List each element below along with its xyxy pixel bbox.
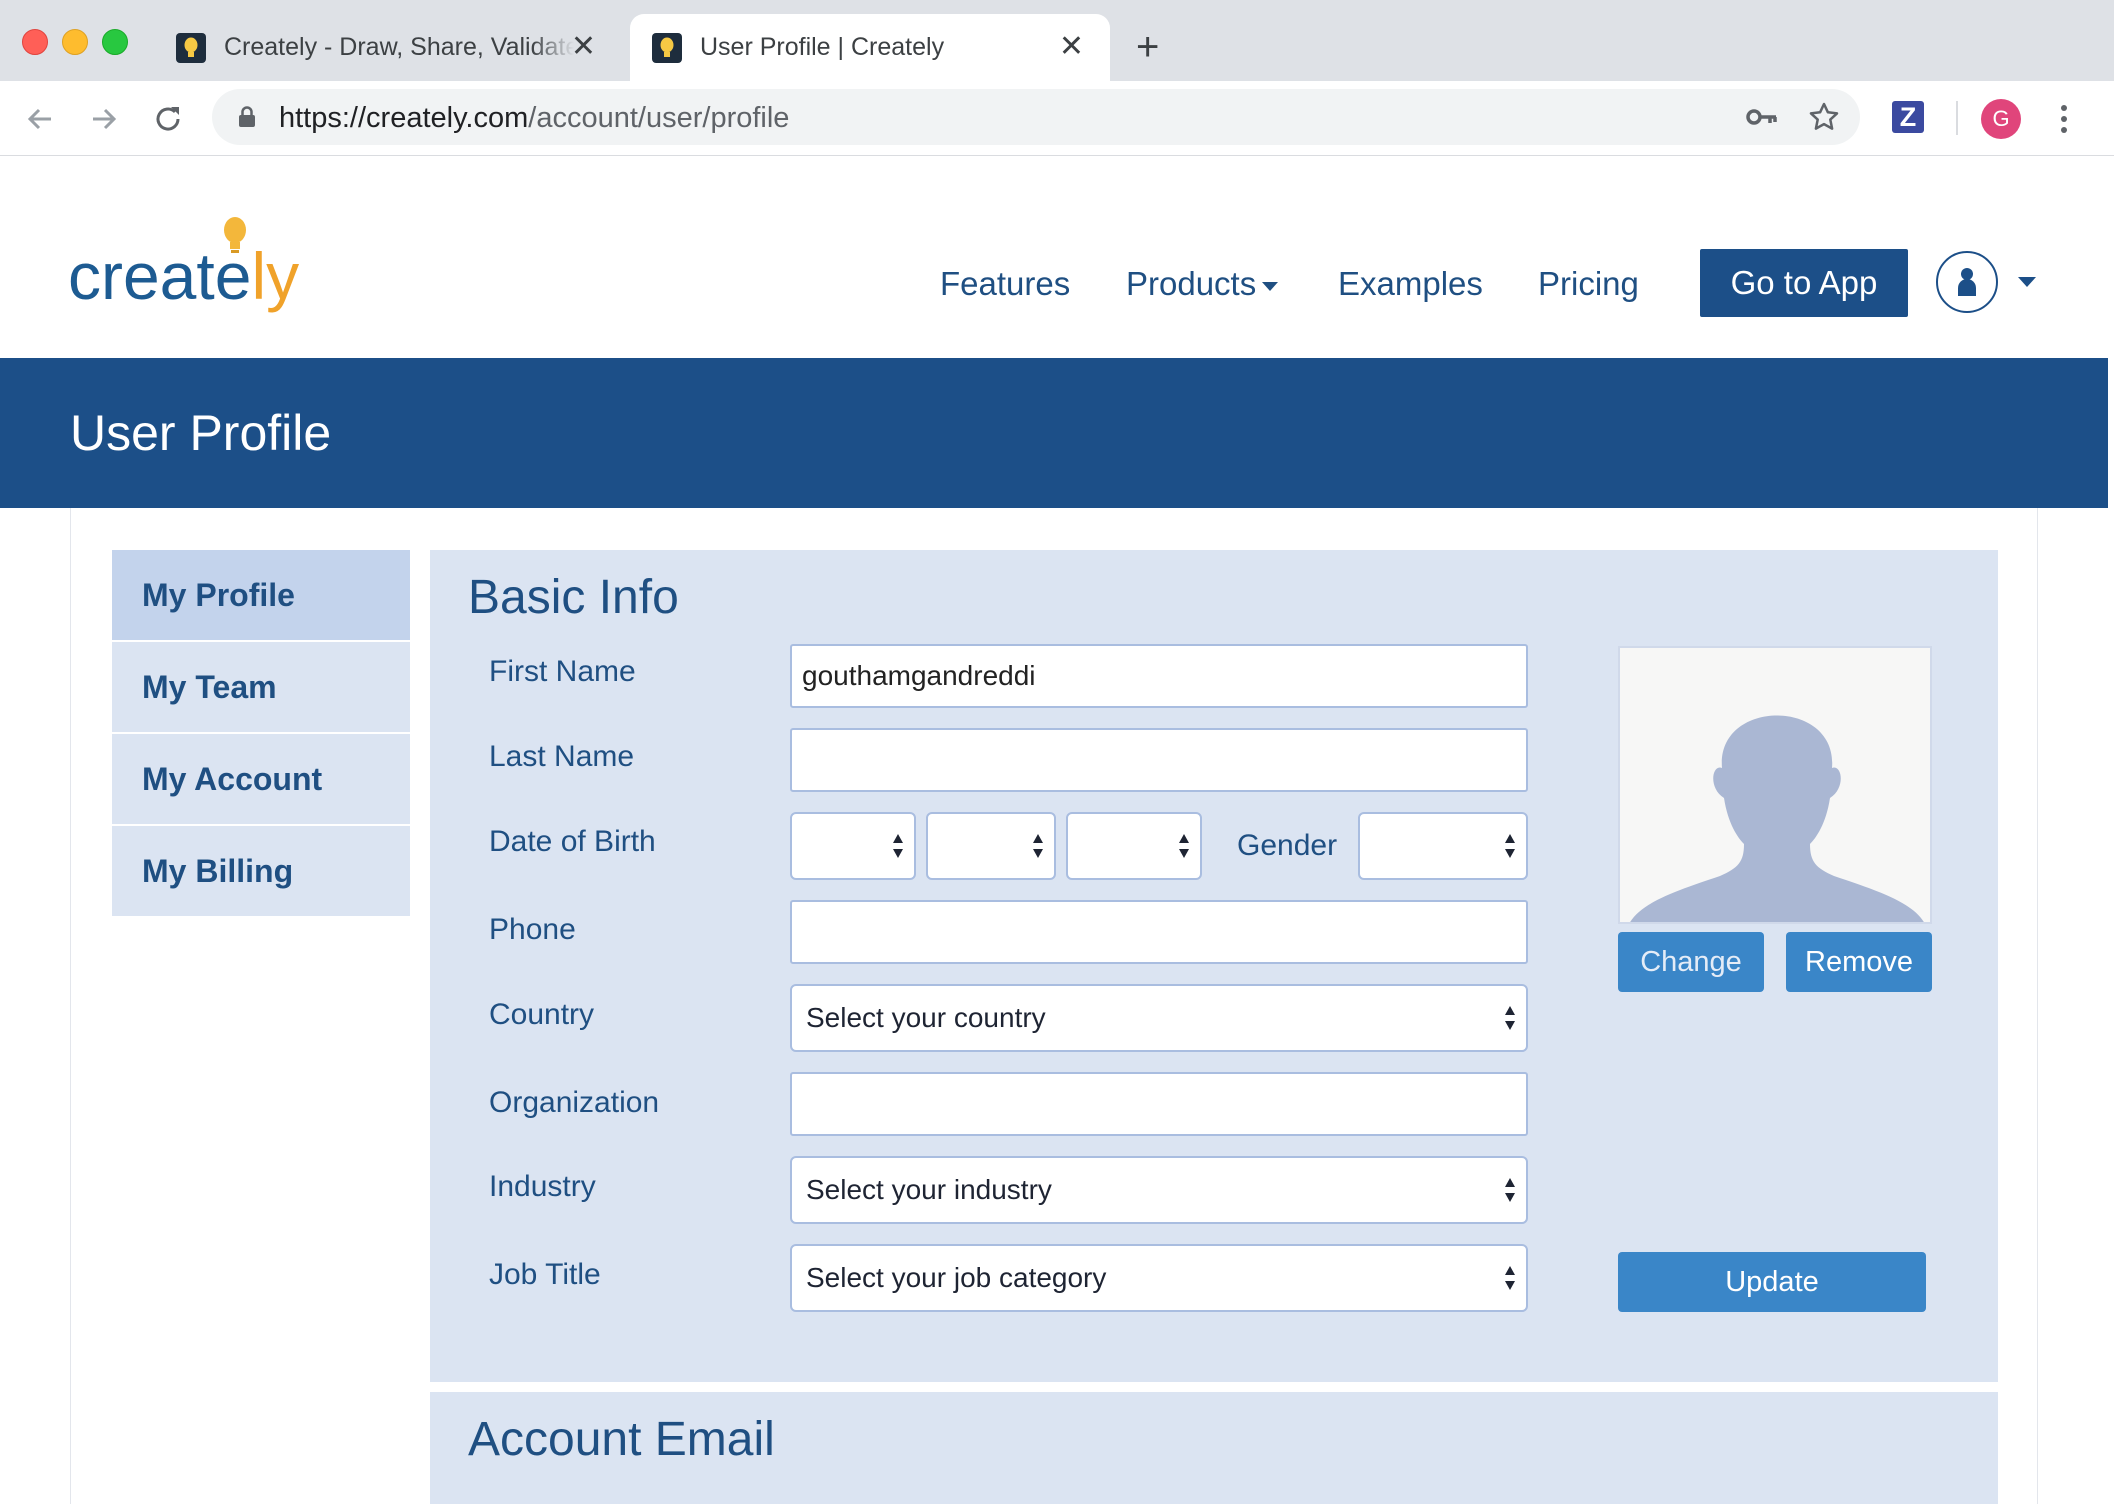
sidebar-item-my-account[interactable]: My Account xyxy=(112,734,410,826)
logo-wordmark-main: create xyxy=(68,239,252,313)
address-bar[interactable]: https://creately.com/account/user/profil… xyxy=(212,89,1860,145)
tab-title: User Profile | Creately xyxy=(700,33,945,61)
url-path: /account/user/profile xyxy=(528,102,790,134)
country-value: Select your country xyxy=(806,1002,1046,1033)
dob-month-select[interactable] xyxy=(926,812,1056,880)
window-minimize-button[interactable] xyxy=(62,29,88,55)
go-to-app-button[interactable]: Go to App xyxy=(1700,249,1908,317)
key-icon[interactable] xyxy=(1746,103,1778,136)
new-tab-plus-icon[interactable]: + xyxy=(1136,24,1159,70)
industry-select[interactable]: Select your industry xyxy=(790,1156,1528,1224)
close-tab-icon[interactable]: ✕ xyxy=(1059,32,1084,62)
browser-tab-creately-home[interactable]: Creately - Draw, Share, Validate ✕ xyxy=(156,14,622,81)
chevron-down-icon[interactable] xyxy=(2018,277,2036,287)
select-arrows-icon xyxy=(1505,1266,1515,1290)
first-name-label: First Name xyxy=(489,655,636,688)
creately-favicon-icon xyxy=(176,32,206,63)
remove-photo-button[interactable]: Remove xyxy=(1786,932,1932,992)
profile-avatar[interactable]: G xyxy=(1981,99,2021,139)
select-arrows-icon xyxy=(1179,834,1189,858)
nav-pricing[interactable]: Pricing xyxy=(1538,265,1639,303)
chevron-down-icon xyxy=(1262,281,1279,291)
basic-info-heading: Basic Info xyxy=(468,571,679,624)
industry-value: Select your industry xyxy=(806,1174,1052,1205)
select-arrows-icon xyxy=(893,834,903,858)
tab-title: Creately - Draw, Share, Validate xyxy=(224,33,574,61)
profile-photo xyxy=(1618,646,1932,924)
close-tab-icon[interactable]: ✕ xyxy=(571,32,596,62)
nav-products[interactable]: Products xyxy=(1126,265,1279,303)
job-title-select[interactable]: Select your job category xyxy=(790,1244,1528,1312)
update-button[interactable]: Update xyxy=(1618,1252,1926,1312)
last-name-field[interactable] xyxy=(790,728,1528,792)
logo-wordmark: creately xyxy=(68,238,299,314)
nav-examples[interactable]: Examples xyxy=(1338,265,1483,303)
browser-tab-strip: Creately - Draw, Share, Validate ✕ User … xyxy=(0,0,2114,81)
nav-products-label: Products xyxy=(1126,265,1257,302)
extension-z-icon[interactable]: Z xyxy=(1892,101,1924,133)
sidebar-item-my-billing[interactable]: My Billing xyxy=(112,826,410,918)
default-avatar-icon xyxy=(1630,715,1924,922)
nav-features[interactable]: Features xyxy=(940,265,1070,303)
user-menu-button[interactable] xyxy=(1936,251,1998,313)
dob-day-select[interactable] xyxy=(790,812,916,880)
organization-label: Organization xyxy=(489,1086,660,1119)
creately-favicon-icon xyxy=(652,32,682,63)
date-of-birth-label: Date of Birth xyxy=(489,825,656,858)
organization-field[interactable] xyxy=(790,1072,1528,1136)
logo-wordmark-accent: ly xyxy=(251,239,300,313)
country-select[interactable]: Select your country xyxy=(790,984,1528,1052)
account-email-heading: Account Email xyxy=(468,1413,775,1466)
select-arrows-icon xyxy=(1505,1006,1515,1030)
sidebar-item-my-team[interactable]: My Team xyxy=(112,642,410,734)
change-photo-button[interactable]: Change xyxy=(1618,932,1764,992)
star-icon[interactable] xyxy=(1808,101,1840,138)
url-text: https://creately.com/account/user/profil… xyxy=(279,102,789,135)
phone-label: Phone xyxy=(489,913,576,946)
creately-logo[interactable]: creately xyxy=(68,216,308,316)
select-arrows-icon xyxy=(1505,834,1515,858)
browser-tab-user-profile[interactable]: User Profile | Creately ✕ xyxy=(630,14,1110,81)
country-label: Country xyxy=(489,998,595,1031)
page-banner: User Profile xyxy=(0,358,2108,508)
dob-year-select[interactable] xyxy=(1066,812,1202,880)
window-zoom-button[interactable] xyxy=(102,29,128,55)
back-icon[interactable] xyxy=(22,101,58,137)
reload-icon[interactable] xyxy=(150,101,186,137)
gender-select[interactable] xyxy=(1358,812,1528,880)
job-title-value: Select your job category xyxy=(806,1262,1107,1293)
page-title: User Profile xyxy=(70,405,332,461)
toolbar-divider xyxy=(1956,101,1958,135)
job-title-label: Job Title xyxy=(489,1258,601,1291)
profile-sidebar: My Profile My Team My Account My Billing xyxy=(112,550,410,918)
last-name-label: Last Name xyxy=(489,740,635,773)
lock-icon[interactable] xyxy=(238,106,256,133)
phone-field[interactable] xyxy=(790,900,1528,964)
menu-icon[interactable] xyxy=(2054,99,2074,139)
window-close-button[interactable] xyxy=(22,29,48,55)
select-arrows-icon xyxy=(1033,834,1043,858)
user-icon xyxy=(1958,268,1976,296)
sidebar-item-my-profile[interactable]: My Profile xyxy=(112,550,410,642)
url-host: https://creately.com xyxy=(279,102,529,134)
site-header: creately Features Products Examples Pric… xyxy=(0,156,2108,358)
first-name-field[interactable]: gouthamgandreddi xyxy=(790,644,1528,708)
forward-icon[interactable] xyxy=(86,101,122,137)
industry-label: Industry xyxy=(489,1170,596,1203)
select-arrows-icon xyxy=(1505,1178,1515,1202)
browser-toolbar: https://creately.com/account/user/profil… xyxy=(0,81,2114,156)
gender-label: Gender xyxy=(1237,829,1338,862)
